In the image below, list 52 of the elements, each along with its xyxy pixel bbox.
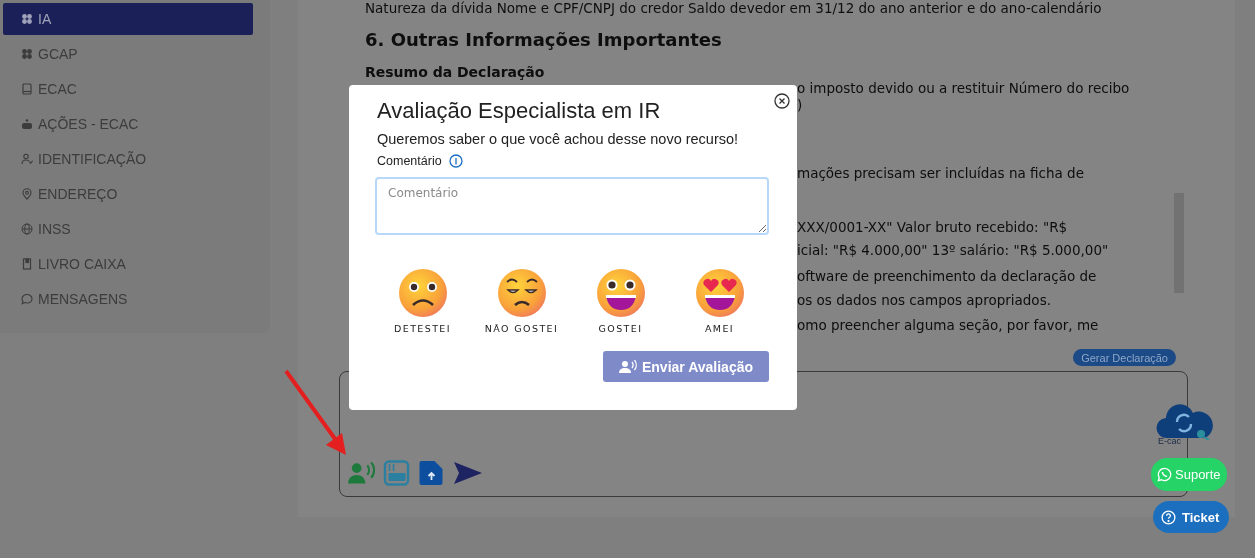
submit-button[interactable]: Enviar Avaliação bbox=[603, 351, 769, 382]
sidebar-item[interactable]: INSS bbox=[3, 213, 253, 245]
logo-text: E-cac bbox=[1158, 436, 1181, 446]
sidebar-item[interactable]: ENDEREÇO bbox=[3, 178, 253, 210]
love-face-icon bbox=[694, 268, 745, 318]
sad-face-icon bbox=[397, 268, 448, 318]
dialog-title: Avaliação Especialista em IR bbox=[377, 97, 662, 125]
generate-button[interactable]: Gerar Declaração bbox=[1073, 349, 1176, 366]
robot-icon bbox=[21, 118, 33, 130]
document-text: mações precisam ser incluídas na ficha de bbox=[797, 165, 1084, 181]
sidebar-item[interactable]: IDENTIFICAÇÃO bbox=[3, 143, 253, 175]
subheading: Resumo da Declaração bbox=[365, 64, 545, 80]
meh-face-icon bbox=[496, 268, 547, 318]
comment-field[interactable]: Comentário bbox=[375, 177, 769, 235]
ticket-button[interactable]: Ticket bbox=[1153, 501, 1229, 533]
info-icon[interactable] bbox=[448, 154, 463, 168]
file-upload-icon[interactable] bbox=[418, 460, 445, 486]
support-button[interactable]: Suporte bbox=[1151, 458, 1227, 491]
happy-face-icon bbox=[595, 268, 646, 318]
ecac-logo[interactable]: E-cac bbox=[1155, 400, 1217, 446]
chat-icon bbox=[21, 293, 33, 305]
field-label: Comentário bbox=[377, 154, 442, 168]
sidebar-item[interactable]: IA bbox=[3, 3, 253, 35]
globe-icon bbox=[21, 223, 33, 235]
document-text: omo preencher alguma seção, por favor, me bbox=[797, 317, 1099, 333]
document-text: ) bbox=[797, 97, 803, 113]
document-text: os os dados nos campos apropriados. bbox=[797, 292, 1051, 308]
file-icon bbox=[21, 258, 33, 270]
pin-icon bbox=[21, 188, 33, 200]
document-text: Natureza da dívida Nome e CPF/CNPJ do credor Saldo devedor em 31/12 do ano anterior e do ano-calendário bbox=[365, 0, 1102, 16]
close-icon[interactable] bbox=[774, 93, 790, 109]
reaction-option[interactable]: AMEI bbox=[670, 268, 769, 334]
book-icon bbox=[21, 83, 33, 95]
user-icon bbox=[21, 153, 33, 165]
document-text: o imposto devido ou a restituir Número do recibo bbox=[797, 80, 1130, 96]
send-icon[interactable] bbox=[453, 461, 483, 485]
voice-user-icon bbox=[619, 359, 637, 374]
sidebar-item[interactable]: LIVRO CAIXA bbox=[3, 248, 253, 280]
sidebar-item[interactable]: GCAP bbox=[3, 38, 253, 70]
reaction-option[interactable]: GOSTEI bbox=[571, 268, 670, 334]
reaction-option[interactable]: DETESTEI bbox=[373, 268, 472, 334]
sidebar-item[interactable]: AÇÕES - ECAC bbox=[3, 108, 253, 140]
document-text: icial: "R$ 4.000,00" 13º salário: "R$ 5.000,00" bbox=[797, 242, 1109, 258]
document-text: XXX/0001-XX" Valor bruto recebido: "R$ bbox=[797, 219, 1068, 235]
dialog-subtitle: Queremos saber o que você achou desse novo recurso! bbox=[377, 131, 740, 147]
reaction-option[interactable]: NÃO GOSTEI bbox=[472, 268, 571, 334]
help-icon bbox=[1161, 509, 1176, 525]
document-text: oftware de preenchimento da declaração de bbox=[797, 268, 1097, 284]
sidebar-item[interactable]: MENSAGENS bbox=[3, 283, 253, 315]
sidebar-item[interactable]: ECAC bbox=[3, 73, 253, 105]
section-heading: 6. Outras Informações Importantes bbox=[365, 29, 722, 50]
whatsapp-icon bbox=[1157, 467, 1172, 482]
